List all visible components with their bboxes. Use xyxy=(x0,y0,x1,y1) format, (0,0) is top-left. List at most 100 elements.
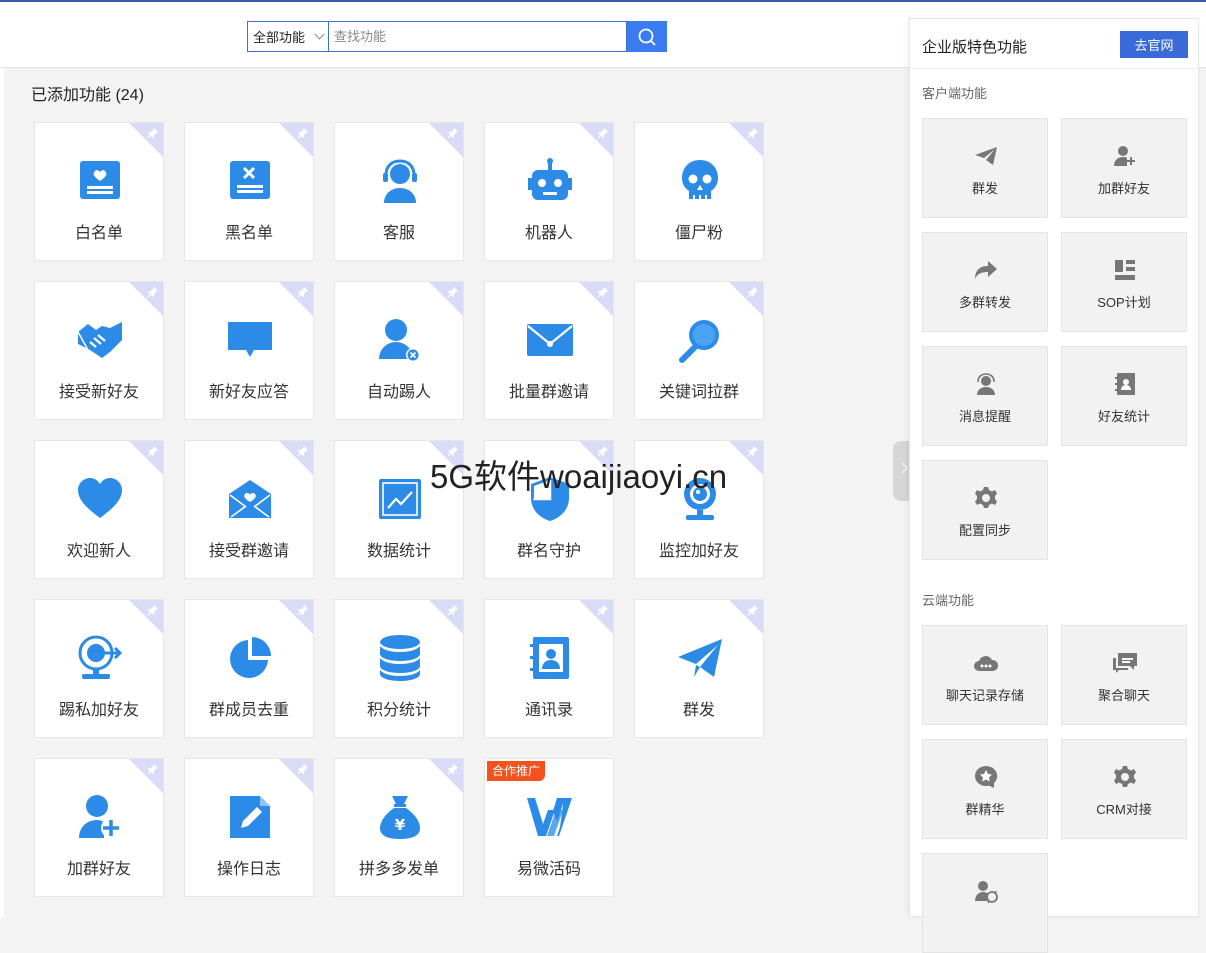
pin-icon[interactable] xyxy=(447,603,459,621)
feature-tile[interactable]: CRM对接 xyxy=(1061,739,1187,839)
pin-icon[interactable] xyxy=(597,603,609,621)
watermark-text: 5G软件woaijiaoyi.cn xyxy=(430,458,728,495)
go-official-site-button[interactable]: 去官网 xyxy=(1120,31,1188,58)
function-tile[interactable]: 通讯录 xyxy=(484,599,614,738)
panel-collapse-toggle[interactable] xyxy=(893,441,910,501)
feature-tile[interactable]: SOP计划 xyxy=(1061,232,1187,332)
pin-icon[interactable] xyxy=(297,126,309,144)
function-label: 通讯录 xyxy=(524,702,573,719)
pin-icon[interactable] xyxy=(297,285,309,303)
function-tile[interactable]: 加群好友 xyxy=(34,758,164,897)
function-label: 白名单 xyxy=(74,225,123,242)
pin-icon[interactable] xyxy=(597,285,609,303)
function-tile[interactable]: 自动踢人 xyxy=(334,281,464,420)
pin-icon[interactable] xyxy=(297,762,309,780)
promo-badge: 合作推广 xyxy=(487,761,546,781)
pin-icon[interactable] xyxy=(447,762,459,780)
feature-label: SOP计划 xyxy=(1097,295,1151,310)
function-tile[interactable]: 接受群邀请 xyxy=(184,440,314,579)
function-scope-select[interactable]: 全部功能 xyxy=(247,21,328,52)
feature-label: 聚合聊天 xyxy=(1097,688,1150,703)
heart-icon xyxy=(76,475,124,523)
pin-icon[interactable] xyxy=(147,762,159,780)
document-edit-icon xyxy=(226,793,274,841)
feature-tile[interactable]: 配置同步 xyxy=(922,460,1048,560)
user-remove-icon xyxy=(376,316,424,364)
feature-tile[interactable]: 多群转发 xyxy=(922,232,1048,332)
pin-icon[interactable] xyxy=(147,603,159,621)
feature-tile[interactable]: 消息提醒 xyxy=(922,346,1048,446)
function-tile[interactable]: ¥ 拼多多发单 xyxy=(334,758,464,897)
feature-tile[interactable]: 群发 xyxy=(922,118,1048,218)
feature-label: 配置同步 xyxy=(958,523,1011,538)
left-edge xyxy=(0,68,4,917)
feature-label: 消息提醒 xyxy=(958,409,1011,424)
feature-tile[interactable]: 群精华 xyxy=(922,739,1048,839)
function-label: 拼多多发单 xyxy=(358,861,439,878)
skull-icon xyxy=(676,157,724,205)
function-label: 踢私加好友 xyxy=(58,702,139,719)
chat-bubbles-icon xyxy=(1112,650,1138,676)
function-tile[interactable]: 僵尸粉 xyxy=(634,122,764,261)
function-label: 操作日志 xyxy=(216,861,281,878)
function-tile[interactable]: 群发 xyxy=(634,599,764,738)
feature-tile[interactable]: 聊天记录存储 xyxy=(922,625,1048,725)
function-tile[interactable]: 白名单 xyxy=(34,122,164,261)
function-label: 批量群邀请 xyxy=(508,384,589,401)
function-tile[interactable]: 欢迎新人 xyxy=(34,440,164,579)
function-tile[interactable]: 客服 xyxy=(334,122,464,261)
function-tile[interactable]: 机器人 xyxy=(484,122,614,261)
magnifier-icon xyxy=(676,316,724,364)
webcam-arrow-icon xyxy=(76,634,124,682)
panel-header: 企业版特色功能 去官网 xyxy=(910,19,1198,69)
function-tile[interactable]: 新好友应答 xyxy=(184,281,314,420)
pin-icon[interactable] xyxy=(747,285,759,303)
function-tile[interactable]: 关键词拉群 xyxy=(634,281,764,420)
feature-label: 聊天记录存储 xyxy=(945,688,1024,703)
function-label: 僵尸粉 xyxy=(674,225,723,242)
function-tile[interactable]: 黑名单 xyxy=(184,122,314,261)
pin-icon[interactable] xyxy=(597,126,609,144)
user-add-icon xyxy=(1112,143,1138,169)
forward-arrow-icon xyxy=(973,257,999,283)
search-icon xyxy=(638,28,656,46)
function-tile[interactable]: 合作推广 易微活码 xyxy=(484,758,614,897)
function-tile[interactable]: 接受新好友 xyxy=(34,281,164,420)
feature-tile[interactable] xyxy=(922,853,1048,953)
function-label: 群成员去重 xyxy=(208,702,289,719)
function-label: 机器人 xyxy=(524,225,573,242)
pin-icon[interactable] xyxy=(147,285,159,303)
function-tile[interactable]: 操作日志 xyxy=(184,758,314,897)
contacts-icon xyxy=(1112,371,1138,397)
function-tile[interactable]: 积分统计 xyxy=(334,599,464,738)
function-label: 客服 xyxy=(382,225,415,242)
function-tile[interactable]: 踢私加好友 xyxy=(34,599,164,738)
blacklist-icon xyxy=(226,157,274,205)
pin-icon[interactable] xyxy=(747,126,759,144)
function-label: 新好友应答 xyxy=(208,384,289,401)
search-input[interactable] xyxy=(328,21,627,52)
pin-icon[interactable] xyxy=(747,444,759,462)
pin-icon[interactable] xyxy=(147,444,159,462)
feature-tile[interactable]: 好友统计 xyxy=(1061,346,1187,446)
function-label: 群名守护 xyxy=(516,543,581,560)
pin-icon[interactable] xyxy=(297,603,309,621)
function-tile[interactable]: 批量群邀请 xyxy=(484,281,614,420)
search-bar: 全部功能 xyxy=(247,21,667,52)
gear-icon xyxy=(1112,764,1138,790)
gear-icon xyxy=(973,485,999,511)
pin-icon[interactable] xyxy=(147,126,159,144)
function-tile[interactable]: 群成员去重 xyxy=(184,599,314,738)
feature-tile[interactable]: 加群好友 xyxy=(1061,118,1187,218)
chevron-right-icon xyxy=(896,462,908,474)
star-bubble-icon xyxy=(973,764,999,790)
layout-plan-icon xyxy=(1112,257,1138,283)
handshake-icon xyxy=(76,316,124,364)
pin-icon[interactable] xyxy=(447,285,459,303)
pin-icon[interactable] xyxy=(297,444,309,462)
chat-bubble-icon xyxy=(226,316,274,364)
search-button[interactable] xyxy=(627,21,667,52)
pin-icon[interactable] xyxy=(447,126,459,144)
feature-tile[interactable]: 聚合聊天 xyxy=(1061,625,1187,725)
pin-icon[interactable] xyxy=(747,603,759,621)
